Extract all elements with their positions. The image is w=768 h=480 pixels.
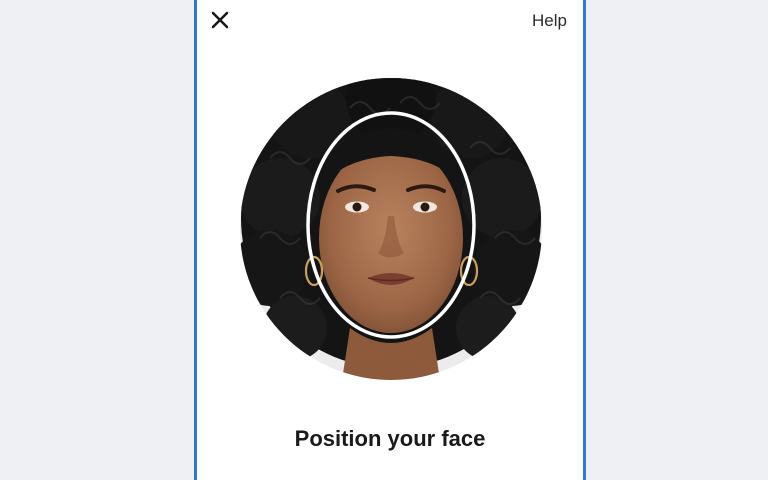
help-link[interactable]: Help [532,11,567,31]
top-bar: Help [197,0,583,44]
close-button[interactable] [207,7,233,33]
camera-preview [240,78,542,380]
face-preview-image [240,78,542,380]
close-icon [211,11,229,29]
instruction-title: Position your face [294,426,486,451]
stage: Help Position your face [0,0,768,480]
face-capture-screen: Help Position your face [194,0,586,480]
